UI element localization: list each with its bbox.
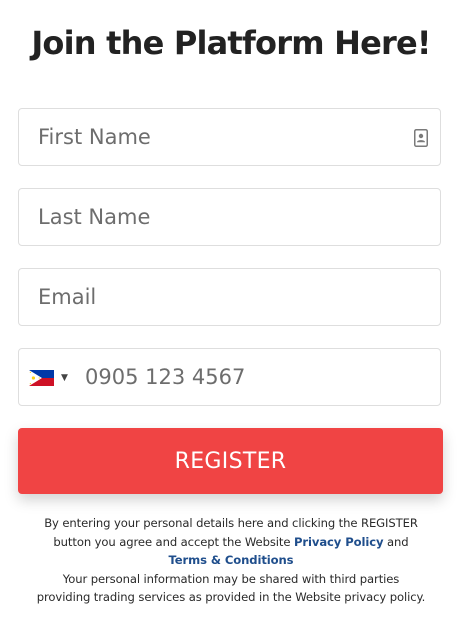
- terms-conditions-link[interactable]: Terms & Conditions: [169, 553, 294, 567]
- first-name-field: [18, 108, 441, 166]
- first-name-input[interactable]: [19, 109, 440, 165]
- page-title: Join the Platform Here!: [31, 24, 431, 62]
- disclaimer-line: Your personal information may be shared …: [62, 571, 400, 586]
- disclaimer-line: Terms & Conditions: [8, 551, 454, 570]
- phone-input[interactable]: [19, 349, 440, 405]
- contact-card-icon: [414, 129, 428, 147]
- disclaimer-line: By entering your personal details here a…: [44, 516, 418, 530]
- consent-disclaimer: By entering your personal details here a…: [8, 514, 454, 607]
- phone-field: ▼: [18, 348, 441, 406]
- last-name-field: [18, 188, 441, 246]
- disclaimer-text: button you agree and accept the Website: [53, 534, 291, 549]
- disclaimer-text: and: [387, 534, 409, 549]
- email-field: [18, 268, 441, 326]
- last-name-input[interactable]: [19, 189, 440, 245]
- philippines-flag-icon: [29, 370, 54, 386]
- disclaimer-line: button you agree and accept the Website …: [8, 533, 454, 552]
- privacy-policy-link[interactable]: Privacy Policy: [294, 535, 384, 549]
- register-button[interactable]: REGISTER: [18, 428, 443, 494]
- chevron-down-icon: ▼: [61, 373, 68, 383]
- disclaimer-line: providing trading services as provided i…: [36, 590, 426, 604]
- email-input[interactable]: [19, 269, 440, 325]
- registration-page: Join the Platform Here! ▼: [0, 0, 462, 617]
- country-code-selector[interactable]: ▼: [29, 367, 73, 389]
